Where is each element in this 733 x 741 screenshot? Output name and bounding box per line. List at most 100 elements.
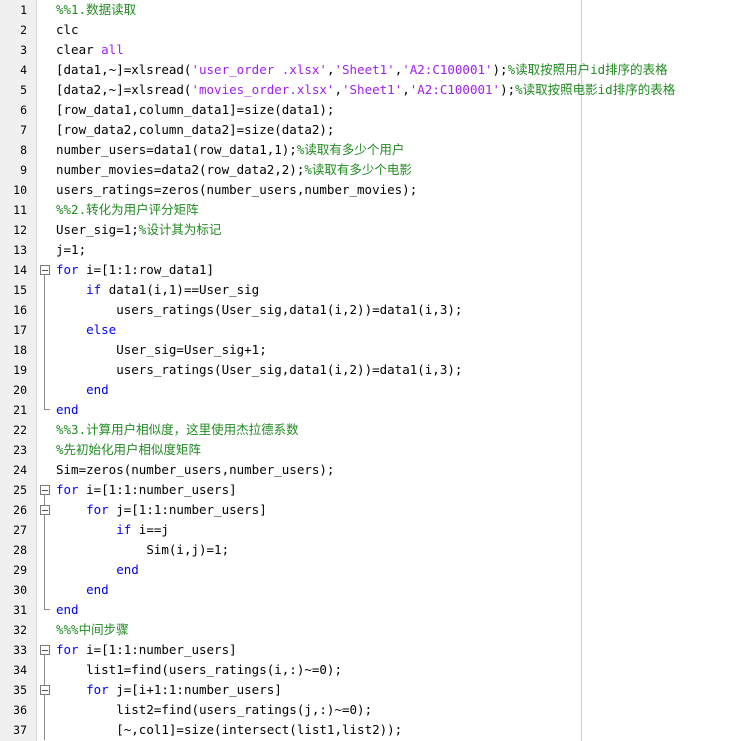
line-number[interactable]: 22 [0,420,27,440]
line-number[interactable]: 18 [0,340,27,360]
line-number[interactable]: 5 [0,80,27,100]
line-number[interactable]: 10 [0,180,27,200]
code-line[interactable]: 31 end [0,600,733,620]
code-line[interactable]: 25 for i=[1:1:number_users] [0,480,733,500]
line-number[interactable]: 34 [0,660,27,680]
line-number[interactable]: 13 [0,240,27,260]
line-number[interactable]: 31 [0,600,27,620]
line-number[interactable]: 11 [0,200,27,220]
code-line[interactable]: 16 users_ratings(User_sig,data1(i,2))=da… [0,300,733,320]
code-line[interactable]: 33 for i=[1:1:number_users] [0,640,733,660]
code-text[interactable]: list1=find(users_ratings(i,:)~=0); [56,660,342,680]
line-number[interactable]: 7 [0,120,27,140]
line-number[interactable]: 36 [0,700,27,720]
code-line[interactable]: 11 %%2.转化为用户评分矩阵 [0,200,733,220]
code-text[interactable]: %%3.计算用户相似度，这里使用杰拉德系数 [56,420,299,440]
code-line[interactable]: 23 %先初始化用户相似度矩阵 [0,440,733,460]
code-line[interactable]: 18 User_sig=User_sig+1; [0,340,733,360]
code-text[interactable]: User_sig=User_sig+1; [56,340,267,360]
code-line[interactable]: 8 number_users=data1(row_data1,1);%读取有多少个… [0,140,733,160]
code-text[interactable]: Sim(i,j)=1; [56,540,229,560]
line-number[interactable]: 12 [0,220,27,240]
code-text[interactable]: list2=find(users_ratings(j,:)~=0); [56,700,372,720]
code-text[interactable]: Sim=zeros(number_users,number_users); [56,460,334,480]
code-line[interactable]: 19 users_ratings(User_sig,data1(i,2))=da… [0,360,733,380]
minus-box-icon[interactable] [40,685,50,695]
code-line[interactable]: 2 clc [0,20,733,40]
line-number[interactable]: 17 [0,320,27,340]
line-number[interactable]: 19 [0,360,27,380]
code-line[interactable]: 13 j=1; [0,240,733,260]
line-number[interactable]: 8 [0,140,27,160]
code-text[interactable]: [~,col1]=size(intersect(list1,list2)); [56,720,402,740]
code-text[interactable]: number_movies=data2(row_data2,2);%读取有多少个… [56,160,412,180]
line-number[interactable]: 37 [0,720,27,740]
fold-collapse-icon[interactable] [37,680,53,700]
code-editor[interactable]: 1 %%1.数据读取 2 clc 3 clear all 4 [data1,~]=xlsrea… [0,0,733,741]
code-line[interactable]: 32 %%%中间步骤 [0,620,733,640]
code-text[interactable]: if data1(i,1)==User_sig [56,280,259,300]
line-number[interactable]: 16 [0,300,27,320]
code-text[interactable]: for i=[1:1:number_users] [56,640,237,660]
code-line[interactable]: 35 for j=[i+1:1:number_users] [0,680,733,700]
line-number[interactable]: 28 [0,540,27,560]
fold-collapse-icon[interactable] [37,640,53,660]
code-text[interactable]: clear all [56,40,124,60]
code-text[interactable]: if i==j [56,520,169,540]
code-text[interactable]: end [56,380,109,400]
code-text[interactable]: %%1.数据读取 [56,0,136,20]
line-number[interactable]: 3 [0,40,27,60]
line-number[interactable]: 15 [0,280,27,300]
code-line[interactable]: 28 Sim(i,j)=1; [0,540,733,560]
code-line[interactable]: 6 [row_data1,column_data1]=size(data1); [0,100,733,120]
fold-collapse-icon[interactable] [37,480,53,500]
minus-box-icon[interactable] [40,265,50,275]
line-number[interactable]: 32 [0,620,27,640]
code-text[interactable]: User_sig=1;%设计其为标记 [56,220,221,240]
code-text[interactable]: users_ratings(User_sig,data1(i,2))=data1… [56,360,462,380]
code-text[interactable]: end [56,400,79,420]
code-line[interactable]: 7 [row_data2,column_data2]=size(data2); [0,120,733,140]
code-text[interactable]: users_ratings(User_sig,data1(i,2))=data1… [56,300,462,320]
line-number[interactable]: 30 [0,580,27,600]
code-text[interactable]: [data1,~]=xlsread('user_order .xlsx','Sh… [56,60,668,80]
code-text[interactable]: for j=[1:1:number_users] [56,500,267,520]
code-text[interactable]: for i=[1:1:row_data1] [56,260,214,280]
code-line[interactable]: 10 users_ratings=zeros(number_users,numbe… [0,180,733,200]
code-line[interactable]: 22 %%3.计算用户相似度，这里使用杰拉德系数 [0,420,733,440]
code-line[interactable]: 3 clear all [0,40,733,60]
code-text[interactable]: %%%中间步骤 [56,620,129,640]
code-text[interactable]: end [56,600,79,620]
code-line[interactable]: 14 for i=[1:1:row_data1] [0,260,733,280]
line-number[interactable]: 35 [0,680,27,700]
code-text[interactable]: [row_data2,column_data2]=size(data2); [56,120,334,140]
line-number[interactable]: 21 [0,400,27,420]
code-text[interactable]: for j=[i+1:1:number_users] [56,680,282,700]
code-line[interactable]: 15 if data1(i,1)==User_sig [0,280,733,300]
code-text[interactable]: end [56,580,109,600]
minus-box-icon[interactable] [40,645,50,655]
code-line[interactable]: 1 %%1.数据读取 [0,0,733,20]
code-text[interactable]: %%2.转化为用户评分矩阵 [56,200,199,220]
code-text[interactable]: number_users=data1(row_data1,1);%读取有多少个用… [56,140,404,160]
code-line[interactable]: 34 list1=find(users_ratings(i,:)~=0); [0,660,733,680]
code-text[interactable]: %先初始化用户相似度矩阵 [56,440,201,460]
line-number[interactable]: 33 [0,640,27,660]
code-line[interactable]: 24 Sim=zeros(number_users,number_users); [0,460,733,480]
code-text[interactable]: [row_data1,column_data1]=size(data1); [56,100,334,120]
line-number[interactable]: 9 [0,160,27,180]
code-text[interactable]: else [56,320,116,340]
line-number[interactable]: 1 [0,0,27,20]
minus-box-icon[interactable] [40,505,50,515]
code-line[interactable]: 29 end [0,560,733,580]
code-line[interactable]: 30 end [0,580,733,600]
code-line[interactable]: 21 end [0,400,733,420]
line-number[interactable]: 26 [0,500,27,520]
code-line[interactable]: 17 else [0,320,733,340]
line-number[interactable]: 25 [0,480,27,500]
code-text[interactable]: clc [56,20,79,40]
fold-collapse-icon[interactable] [37,500,53,520]
minus-box-icon[interactable] [40,485,50,495]
line-number[interactable]: 6 [0,100,27,120]
line-number[interactable]: 29 [0,560,27,580]
